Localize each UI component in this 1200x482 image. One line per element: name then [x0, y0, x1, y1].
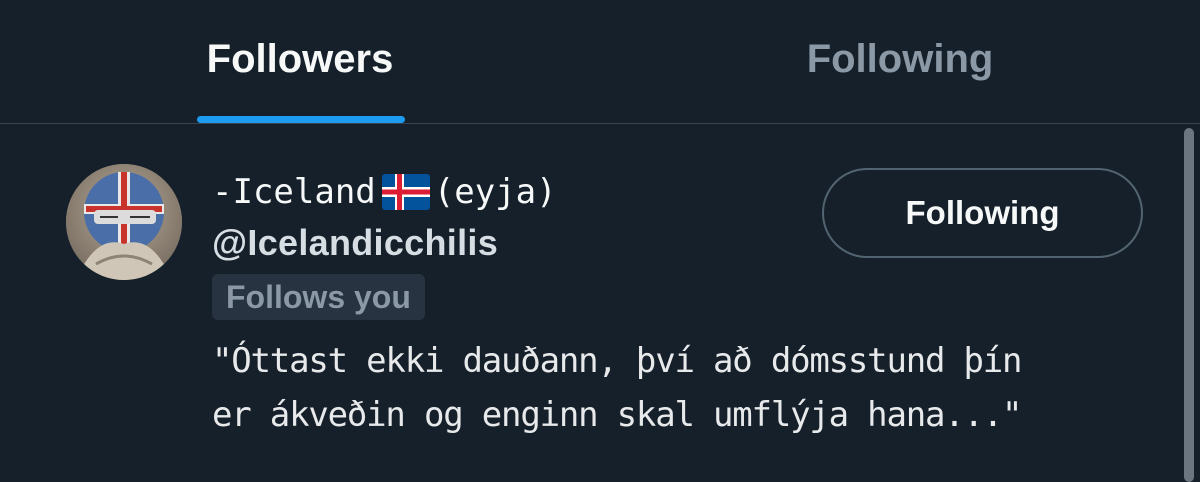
user-cell[interactable]: -Iceland (eyja) @Icelandicchilis Follows… — [0, 124, 1200, 482]
user-handle-text: @Icelandicchilis — [212, 222, 499, 263]
user-handle[interactable]: @Icelandicchilis — [212, 222, 498, 264]
follows-you-label: Follows you — [226, 278, 411, 315]
follows-you-badge: Follows you — [212, 274, 425, 320]
tab-following[interactable]: Following — [600, 0, 1200, 123]
scrollbar-thumb[interactable] — [1184, 128, 1194, 482]
tab-followers-label: Followers — [206, 37, 394, 81]
user-bio: "Óttast ekki dauðann, því að dómsstund þ… — [212, 334, 1152, 442]
avatar[interactable] — [66, 164, 182, 280]
avatar-image — [66, 164, 182, 280]
iceland-flag-icon — [381, 174, 430, 210]
display-name[interactable]: -Iceland (eyja) — [212, 170, 557, 214]
bio-line-2: er ákveðin og enginn skal umflýja hana..… — [212, 395, 1023, 435]
following-button-label: Following — [905, 194, 1060, 231]
display-name-prefix: -Iceland — [212, 172, 376, 212]
followers-screen: Followers Following -Iceland (eyja) @Ice… — [0, 0, 1200, 482]
bio-line-1: "Óttast ekki dauðann, því að dómsstund þ… — [212, 341, 1023, 381]
tab-following-label: Following — [806, 37, 994, 81]
tab-bar: Followers Following — [0, 0, 1200, 124]
tab-followers[interactable]: Followers — [0, 0, 600, 123]
display-name-suffix: (eyja) — [433, 172, 557, 212]
active-tab-indicator — [197, 116, 405, 123]
following-button[interactable]: Following — [822, 168, 1143, 258]
